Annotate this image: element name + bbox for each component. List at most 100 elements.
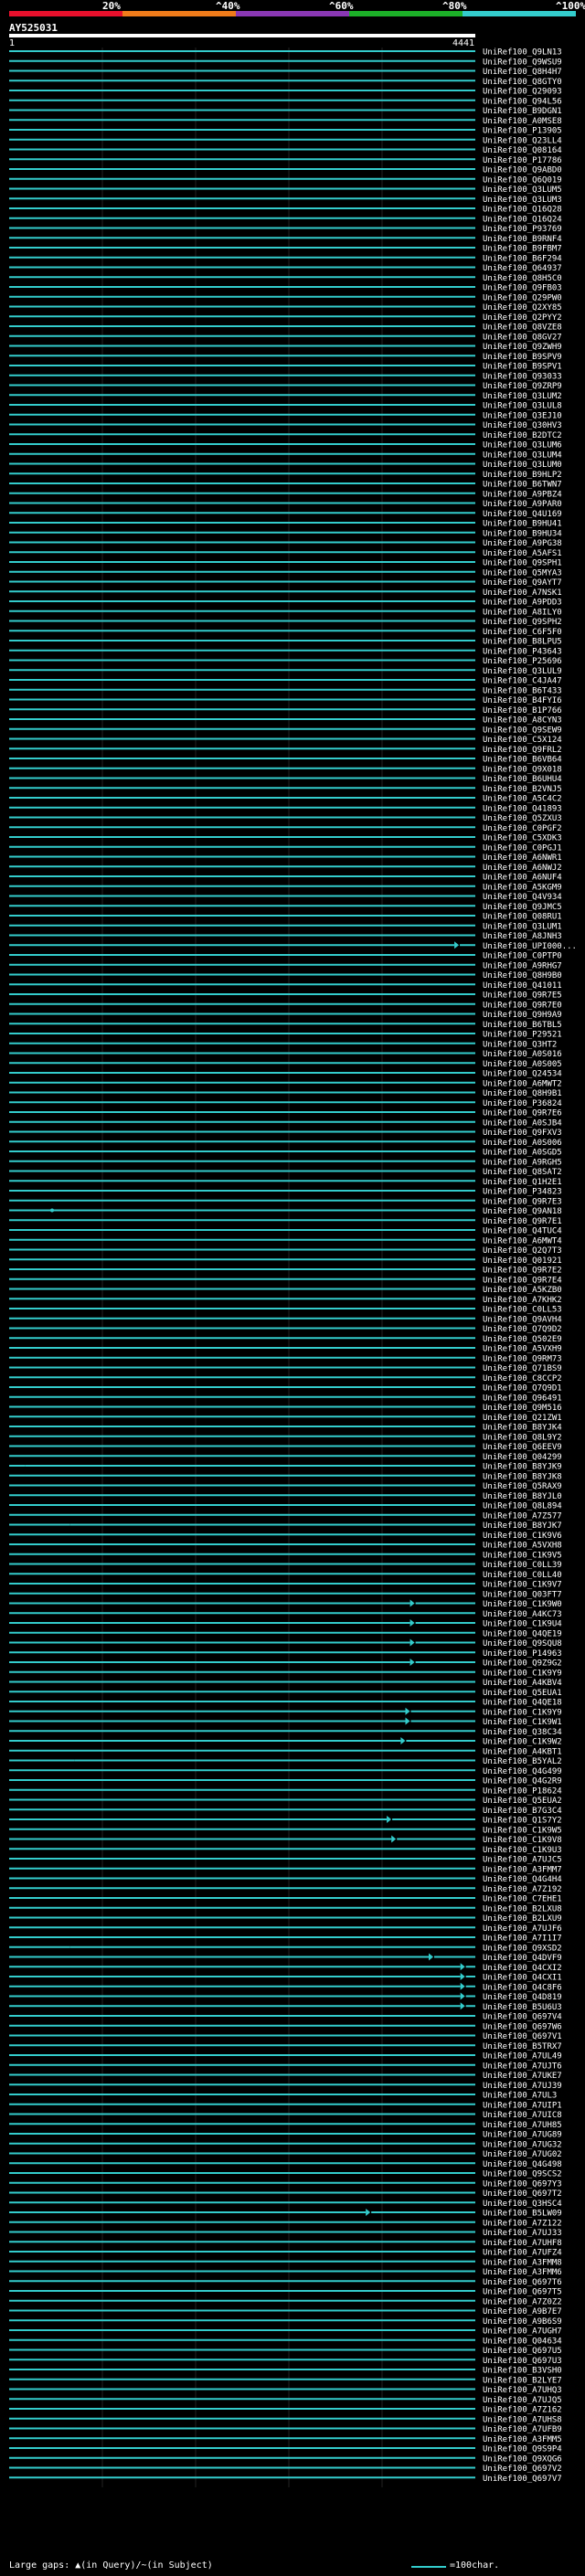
hit-label[interactable]: UniRef100_Q9RM73 <box>483 1354 562 1363</box>
hit-label[interactable]: UniRef100_Q9FB03 <box>483 284 562 293</box>
hit-label[interactable]: UniRef100_A6MWT2 <box>483 1079 562 1088</box>
hit-label[interactable]: UniRef100_Q04299 <box>483 1453 562 1462</box>
hit-label[interactable]: UniRef100_A3FMM6 <box>483 2268 562 2277</box>
hit-label[interactable]: UniRef100_A4KBV4 <box>483 1679 562 1688</box>
hit-label[interactable]: UniRef100_Q9R7E1 <box>483 1217 562 1226</box>
hit-label[interactable]: UniRef100_B2LXU8 <box>483 1904 562 1913</box>
hit-label[interactable]: UniRef100_Q1S7Y2 <box>483 1817 562 1826</box>
hit-label[interactable]: UniRef100_B1P766 <box>483 706 562 716</box>
hit-label[interactable]: UniRef100_A7UJF6 <box>483 1924 562 1934</box>
hit-label[interactable]: UniRef100_A7UG89 <box>483 2131 562 2140</box>
hit-label[interactable]: UniRef100_A9PG38 <box>483 539 562 548</box>
hit-label[interactable]: UniRef100_P14963 <box>483 1649 562 1659</box>
hit-label[interactable]: UniRef100_A7NSK1 <box>483 588 562 598</box>
hit-label[interactable]: UniRef100_Q3LUL8 <box>483 402 562 411</box>
hit-label[interactable]: UniRef100_Q41011 <box>483 981 562 991</box>
hit-label[interactable]: UniRef100_Q3LUM6 <box>483 441 562 451</box>
hit-label[interactable]: UniRef100_Q8H5C0 <box>483 274 562 283</box>
hit-label[interactable]: UniRef100_B2DTC2 <box>483 431 562 440</box>
hit-label[interactable]: UniRef100_A7UHS8 <box>483 2415 562 2424</box>
hit-label[interactable]: UniRef100_C1K9W0 <box>483 1600 562 1609</box>
hit-label[interactable]: UniRef100_Q697Y3 <box>483 2179 562 2189</box>
hit-label[interactable]: UniRef100_Q93033 <box>483 372 562 381</box>
hit-label[interactable]: UniRef100_A5VXH8 <box>483 1542 562 1551</box>
hit-label[interactable]: UniRef100_B9DGN1 <box>483 107 562 116</box>
hit-label[interactable]: UniRef100_Q5EUA1 <box>483 1689 562 1698</box>
hit-label[interactable]: UniRef100_Q8L9Y2 <box>483 1433 562 1442</box>
hit-label[interactable]: UniRef100_Q4C8F6 <box>483 1983 562 1992</box>
hit-label[interactable]: UniRef100_Q2Q7T3 <box>483 1246 562 1256</box>
hit-label[interactable]: UniRef100_C1K9Y9 <box>483 1708 562 1717</box>
hit-label[interactable]: UniRef100_B5YAL2 <box>483 1757 562 1766</box>
hit-label[interactable]: UniRef100_Q697V2 <box>483 2465 562 2474</box>
hit-label[interactable]: UniRef100_Q2PYY2 <box>483 313 562 323</box>
hit-label[interactable]: UniRef100_A6NWJ2 <box>483 864 562 873</box>
hit-label[interactable]: UniRef100_A5KZB0 <box>483 1286 562 1295</box>
hit-label[interactable]: UniRef100_Q9AN18 <box>483 1207 562 1216</box>
hit-label[interactable]: UniRef100_A7UHQ3 <box>483 2386 562 2395</box>
hit-label[interactable]: UniRef100_C0LL40 <box>483 1571 562 1580</box>
hit-label[interactable]: UniRef100_Q9SEW9 <box>483 726 562 735</box>
hit-label[interactable]: UniRef100_C0PTP0 <box>483 952 562 961</box>
hit-label[interactable]: UniRef100_Q9R7E6 <box>483 1109 562 1118</box>
hit-label[interactable]: UniRef100_A0S005 <box>483 1060 562 1069</box>
hit-label[interactable]: UniRef100_A8ILY0 <box>483 608 562 617</box>
hit-label[interactable]: UniRef100_A7Z192 <box>483 1885 562 1894</box>
hit-label[interactable]: UniRef100_Q9ZWH9 <box>483 343 562 352</box>
hit-label[interactable]: UniRef100_Q94L56 <box>483 97 562 106</box>
hit-label[interactable]: UniRef100_C0LL39 <box>483 1561 562 1570</box>
hit-label[interactable]: UniRef100_A6NUF4 <box>483 874 562 883</box>
hit-label[interactable]: UniRef100_A7UJ33 <box>483 2229 562 2238</box>
hit-label[interactable]: UniRef100_Q3LUM5 <box>483 186 562 195</box>
hit-label[interactable]: UniRef100_Q23LL4 <box>483 136 562 145</box>
hit-label[interactable]: UniRef100_Q697W6 <box>483 2022 562 2031</box>
hit-label[interactable]: UniRef100_Q3LUM0 <box>483 461 562 470</box>
hit-label[interactable]: UniRef100_Q9FRL2 <box>483 746 562 755</box>
hit-label[interactable]: UniRef100_Q9XQG6 <box>483 2454 562 2464</box>
hit-label[interactable]: UniRef100_A8CYN3 <box>483 716 562 726</box>
hit-label[interactable]: UniRef100_B8YJK8 <box>483 1472 562 1481</box>
hit-label[interactable]: UniRef100_Q8GV27 <box>483 333 562 342</box>
hit-label[interactable]: UniRef100_B2VNJ5 <box>483 785 562 794</box>
hit-label[interactable]: UniRef100_Q2XY85 <box>483 303 562 313</box>
hit-label[interactable]: UniRef100_Q697T6 <box>483 2278 562 2287</box>
hit-label[interactable]: UniRef100_B8YJK9 <box>483 1463 562 1472</box>
hit-label[interactable]: UniRef100_Q9FXV3 <box>483 1129 562 1138</box>
hit-label[interactable]: UniRef100_B5TRX7 <box>483 2042 562 2051</box>
hit-label[interactable]: UniRef100_A4KBT1 <box>483 1747 562 1756</box>
hit-label[interactable]: UniRef100_Q4G498 <box>483 2160 562 2169</box>
hit-label[interactable]: UniRef100_A0S016 <box>483 1050 562 1059</box>
hit-label[interactable]: UniRef100_Q01921 <box>483 1256 562 1266</box>
hit-label[interactable]: UniRef100_Q9AYT7 <box>483 578 562 588</box>
hit-label[interactable]: UniRef100_Q9S9P4 <box>483 2445 562 2454</box>
hit-label[interactable]: UniRef100_Q64937 <box>483 264 562 273</box>
hit-label[interactable]: UniRef100_A7UG02 <box>483 2150 562 2159</box>
hit-label[interactable]: UniRef100_Q9XSD2 <box>483 1944 562 1953</box>
hit-label[interactable]: UniRef100_Q71BS9 <box>483 1364 562 1373</box>
hit-label[interactable]: UniRef100_Q4QE19 <box>483 1629 562 1638</box>
hit-label[interactable]: UniRef100_A7UJT6 <box>483 2062 562 2071</box>
hit-label[interactable]: UniRef100_A9RHG7 <box>483 961 562 970</box>
hit-label[interactable]: UniRef100_B6T433 <box>483 686 562 695</box>
hit-label[interactable]: UniRef100_A0SGD5 <box>483 1149 562 1158</box>
hit-label[interactable]: UniRef100_A4KC73 <box>483 1610 562 1619</box>
hit-label[interactable]: UniRef100_Q3LUM4 <box>483 451 562 460</box>
hit-label[interactable]: UniRef100_Q4G499 <box>483 1767 562 1776</box>
hit-label[interactable]: UniRef100_C1K9W5 <box>483 1826 562 1835</box>
hit-label[interactable]: UniRef100_P43643 <box>483 647 562 656</box>
hit-label[interactable]: UniRef100_P13905 <box>483 127 562 136</box>
hit-label[interactable]: UniRef100_Q4D819 <box>483 1993 562 2002</box>
hit-label[interactable]: UniRef100_Q9H9A9 <box>483 1011 562 1020</box>
hit-label[interactable]: UniRef100_A7I1I7 <box>483 1935 562 1944</box>
hit-label[interactable]: UniRef100_A8JNH3 <box>483 932 562 941</box>
hit-label[interactable]: UniRef100_C1K9Y9 <box>483 1669 562 1678</box>
hit-label[interactable]: UniRef100_B9SPV9 <box>483 353 562 362</box>
hit-label[interactable]: UniRef100_Q5MYA3 <box>483 568 562 578</box>
hit-label[interactable]: UniRef100_B6VB64 <box>483 756 562 765</box>
hit-label[interactable]: UniRef100_A5KGM9 <box>483 883 562 892</box>
hit-label[interactable]: UniRef100_Q9R7E4 <box>483 1276 562 1285</box>
hit-label[interactable]: UniRef100_B5LW09 <box>483 2210 562 2219</box>
hit-label[interactable]: UniRef100_A9PDD3 <box>483 599 562 608</box>
hit-label[interactable]: UniRef100_B8YJK7 <box>483 1521 562 1531</box>
hit-label[interactable]: UniRef100_B8YJL0 <box>483 1492 562 1501</box>
